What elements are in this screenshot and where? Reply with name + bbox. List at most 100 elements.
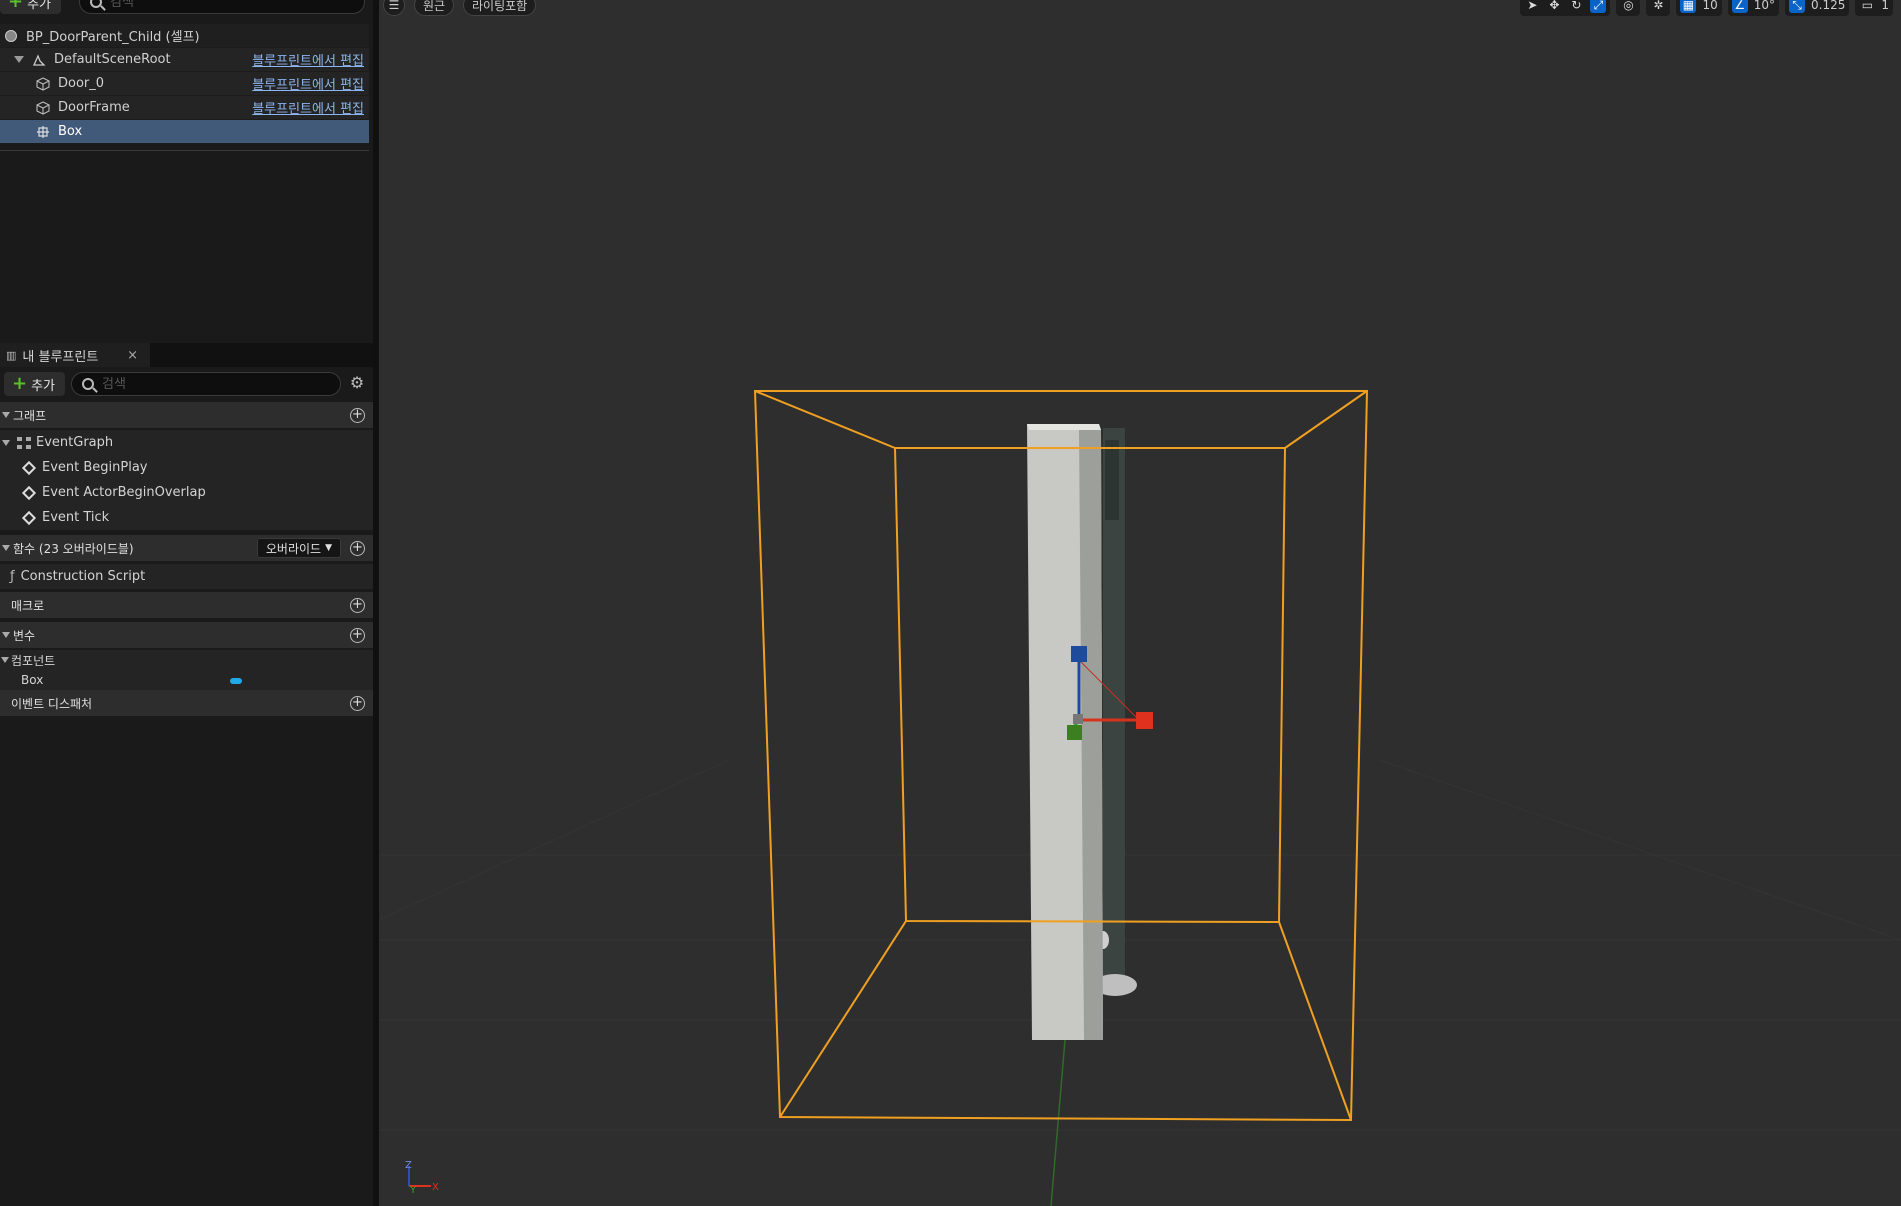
scale-icon[interactable]: ⤢: [1590, 0, 1607, 13]
override-label: 오버라이드: [265, 541, 322, 556]
category-label: 컴포넌트: [11, 653, 56, 668]
add-variable-icon[interactable]: +: [350, 627, 365, 643]
component-search[interactable]: [79, 0, 365, 14]
view-mode-button[interactable]: 원근: [414, 0, 455, 16]
add-function-icon[interactable]: +: [350, 540, 365, 556]
search-icon: [82, 378, 94, 390]
list-item-construction-script[interactable]: ƒ Construction Script: [0, 564, 373, 589]
book-icon: ▥: [6, 348, 17, 362]
tree-row-box[interactable]: Box: [0, 120, 369, 144]
plus-icon: +: [12, 373, 28, 394]
event-icon: [21, 485, 37, 500]
component-search-input[interactable]: [110, 0, 364, 10]
viewport-tools: ➤ ✥ ↻ ⤢ ◎ ✲ ▦ 10 ∠ 10° ⤡ 0.125 ▭ 1: [1520, 0, 1893, 16]
lighting-button[interactable]: 라이팅포함: [463, 0, 537, 16]
add-graph-icon[interactable]: +: [350, 407, 365, 423]
select-icon[interactable]: ➤: [1524, 0, 1540, 13]
surface-snap-icon[interactable]: ✲: [1650, 0, 1666, 13]
axis-indicator: Z X Y: [405, 1160, 439, 1196]
edit-in-blueprint-link[interactable]: 블루프린트에서 편집: [252, 74, 364, 93]
add-member-label: 추가: [31, 378, 56, 394]
tree-row-doorframe[interactable]: DoorFrame 블루프린트에서 편집: [0, 96, 369, 120]
y-axis-line: [1050, 1039, 1066, 1206]
svg-text:X: X: [432, 1182, 439, 1193]
rotate-icon[interactable]: ↻: [1568, 0, 1584, 13]
sphere-icon: [5, 29, 17, 42]
add-macro-icon[interactable]: +: [350, 597, 365, 613]
item-label: Event ActorBeginOverlap: [42, 485, 206, 500]
grid-snap-value: 10: [1702, 0, 1718, 12]
grid-snap[interactable]: ▦ 10: [1676, 0, 1722, 16]
edit-in-blueprint-link[interactable]: 블루프린트에서 편집: [252, 98, 364, 117]
divider: [0, 150, 369, 151]
event-icon: [21, 460, 37, 475]
search-icon: [90, 0, 102, 8]
my-blueprint-toolbar: + 추가 ⚙: [0, 367, 373, 401]
add-component-label: 추가: [27, 0, 52, 12]
tree-label: DoorFrame: [58, 100, 130, 115]
section-functions[interactable]: 함수 (23 오버라이드블) 오버라이드 ▼ +: [0, 535, 373, 561]
item-label: EventGraph: [36, 435, 114, 450]
section-macros[interactable]: 매크로 +: [0, 592, 373, 618]
grid-icon[interactable]: ▦: [1680, 0, 1697, 13]
list-item-event[interactable]: Event ActorBeginOverlap: [0, 480, 373, 505]
tree-row-self[interactable]: BP_DoorParent_Child (셀프): [0, 24, 369, 48]
collapse-icon[interactable]: [2, 412, 10, 418]
section-event-dispatchers[interactable]: 이벤트 디스패처 +: [0, 690, 373, 716]
add-component-button[interactable]: + 추가: [0, 0, 62, 14]
item-label: Event Tick: [42, 510, 110, 525]
scale-snap-icon[interactable]: ⤡: [1789, 0, 1805, 13]
camera-speed-value: 1: [1881, 0, 1889, 12]
section-label: 그래프: [13, 408, 47, 423]
section-label: 함수 (23 오버라이드블): [13, 541, 134, 556]
static-mesh-icon: [36, 76, 50, 91]
camera-icon[interactable]: ▭: [1859, 0, 1875, 13]
category-components[interactable]: 컴포넌트: [0, 650, 373, 670]
list-item-event[interactable]: Event Tick: [0, 505, 373, 530]
transform-tools: ➤ ✥ ↻ ⤢: [1520, 0, 1611, 16]
section-variables[interactable]: 변수 +: [0, 622, 373, 648]
lighting-label: 라이팅포함: [472, 0, 528, 13]
view-mode-label: 원근: [423, 0, 446, 13]
override-dropdown[interactable]: 오버라이드 ▼: [256, 538, 341, 558]
tree-label: BP_DoorParent_Child (셀프): [26, 30, 200, 45]
section-graph[interactable]: 그래프 +: [0, 402, 373, 428]
component-tree: BP_DoorParent_Child (셀프) DefaultSceneRoo…: [0, 24, 369, 144]
blueprint-search[interactable]: [71, 372, 341, 396]
svg-text:Y: Y: [409, 1185, 417, 1196]
tree-row-door0[interactable]: Door_0 블루프린트에서 편집: [0, 72, 369, 96]
viewport[interactable]: Z X Y ☰ 원근 라이팅포함 ➤ ✥ ↻ ⤢ ◎ ✲ ▦ 10 ∠ 10° …: [379, 0, 1901, 1206]
world-icon[interactable]: ◎: [1620, 0, 1636, 13]
function-icon: ƒ: [10, 569, 15, 584]
section-label: 변수: [13, 628, 36, 643]
move-icon[interactable]: ✥: [1546, 0, 1562, 13]
rotation-snap-value: 10°: [1753, 0, 1775, 12]
tab-my-blueprint[interactable]: ▥ 내 블루프린트 ×: [0, 343, 150, 367]
add-member-button[interactable]: + 추가: [4, 372, 66, 396]
collapse-icon[interactable]: [2, 632, 10, 638]
list-item-event[interactable]: Event BeginPlay: [0, 455, 373, 480]
gear-icon[interactable]: ⚙: [349, 375, 365, 391]
blueprint-search-input[interactable]: [102, 376, 340, 392]
angle-icon[interactable]: ∠: [1731, 0, 1748, 13]
variable-label: Box: [21, 673, 44, 687]
list-item-variable[interactable]: Box: [0, 670, 373, 690]
camera-speed[interactable]: ▭ 1: [1855, 0, 1893, 16]
viewport-scene[interactable]: Z X Y: [379, 0, 1901, 1206]
graph-icon: [17, 436, 31, 449]
close-icon[interactable]: ×: [127, 348, 138, 363]
tree-row-defaultsceneroot[interactable]: DefaultSceneRoot 블루프린트에서 편집: [0, 48, 369, 72]
scene-root-icon: [32, 53, 46, 66]
scale-snap[interactable]: ⤡ 0.125: [1785, 0, 1850, 16]
plus-icon: +: [8, 0, 24, 12]
collapse-icon[interactable]: [1, 657, 9, 663]
chevron-down-icon: ▼: [325, 543, 332, 553]
edit-in-blueprint-link[interactable]: 블루프린트에서 편집: [252, 50, 364, 69]
variable-type-pill: [230, 678, 242, 684]
collapse-icon[interactable]: [2, 439, 10, 446]
collapse-icon[interactable]: [2, 545, 10, 551]
list-item-eventgraph[interactable]: EventGraph: [0, 430, 373, 455]
rotation-snap[interactable]: ∠ 10°: [1727, 0, 1779, 16]
expand-icon[interactable]: [14, 56, 24, 63]
add-dispatcher-icon[interactable]: +: [350, 695, 365, 711]
